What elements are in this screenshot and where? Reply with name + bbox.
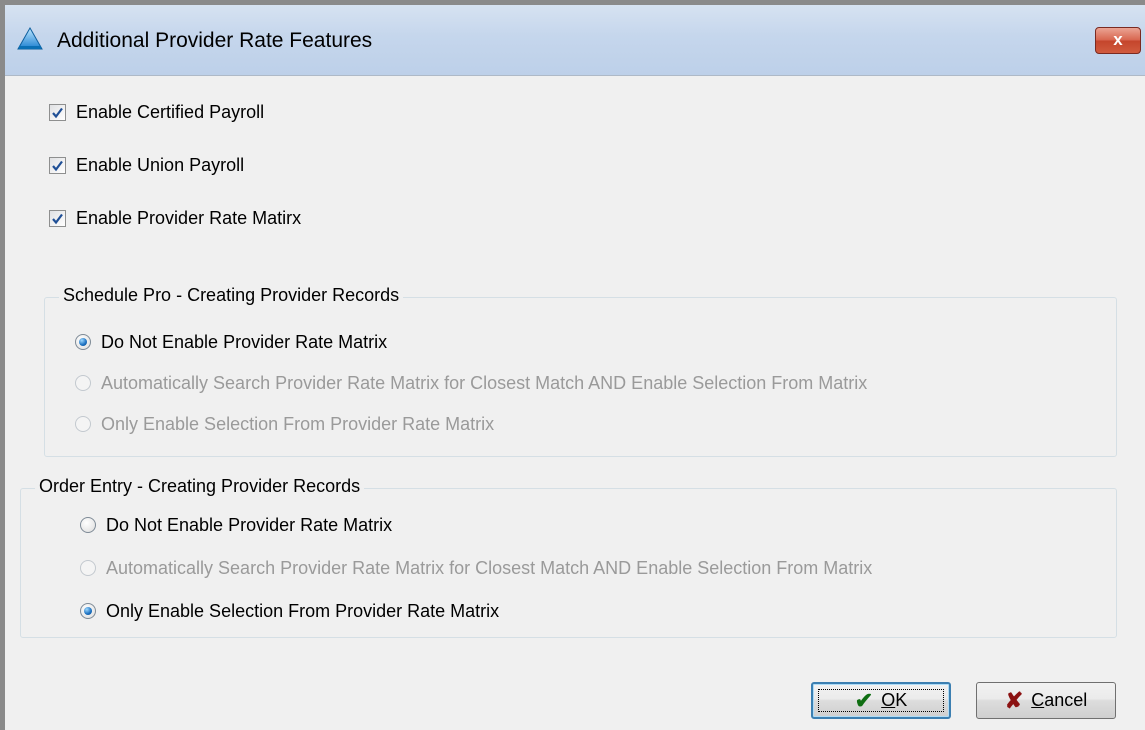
checkmark-icon: [52, 160, 63, 171]
enable-certified-payroll-label: Enable Certified Payroll: [76, 101, 265, 122]
enable-provider-rate-matrix-checkbox[interactable]: [49, 209, 66, 227]
cancel-button[interactable]: ✘ Cancel: [976, 682, 1116, 719]
radio-button: [75, 375, 91, 391]
order-entry-radio-do-not-enable[interactable]: Do Not Enable Provider Rate Matrix: [80, 513, 392, 537]
radio-label: Do Not Enable Provider Rate Matrix: [106, 514, 393, 535]
dialog-window: Additional Provider Rate Features x Enab…: [0, 0, 1145, 730]
schedule-pro-radio-auto-search: Automatically Search Provider Rate Matri…: [75, 371, 867, 395]
radio-label: Only Enable Selection From Provider Rate…: [106, 600, 500, 621]
enable-provider-rate-matrix-option[interactable]: Enable Provider Rate Matirx: [49, 206, 301, 230]
order-entry-legend: Order Entry - Creating Provider Records: [35, 476, 365, 497]
radio-selected-dot: [79, 338, 87, 346]
order-entry-radio-auto-search: Automatically Search Provider Rate Matri…: [80, 556, 872, 580]
title-bar[interactable]: Additional Provider Rate Features x: [5, 5, 1145, 76]
cancel-button-label: Cancel: [1031, 690, 1087, 711]
radio-label: Automatically Search Provider Rate Matri…: [106, 557, 873, 578]
checkmark-icon: [52, 107, 63, 118]
radio-label: Automatically Search Provider Rate Matri…: [101, 372, 868, 393]
enable-certified-payroll-checkbox[interactable]: [49, 103, 66, 121]
close-button[interactable]: x: [1095, 27, 1141, 54]
radio-button[interactable]: [80, 517, 96, 533]
order-entry-radio-only-selection[interactable]: Only Enable Selection From Provider Rate…: [80, 599, 499, 623]
enable-certified-payroll-option[interactable]: Enable Certified Payroll: [49, 100, 264, 124]
radio-button[interactable]: [75, 334, 91, 350]
ok-button[interactable]: ✔ OK: [811, 682, 951, 719]
radio-button[interactable]: [80, 603, 96, 619]
cancel-label-rest: ancel: [1044, 690, 1088, 710]
cancel-accelerator: C: [1031, 690, 1045, 710]
radio-label: Only Enable Selection From Provider Rate…: [101, 413, 495, 434]
radio-label: Do Not Enable Provider Rate Matrix: [101, 331, 388, 352]
schedule-pro-group: Schedule Pro - Creating Provider Records…: [44, 285, 1117, 457]
enable-provider-rate-matrix-label: Enable Provider Rate Matirx: [76, 207, 302, 228]
radio-button: [75, 416, 91, 432]
schedule-pro-radio-only-selection: Only Enable Selection From Provider Rate…: [75, 412, 494, 436]
radio-button: [80, 560, 96, 576]
radio-selected-dot: [84, 607, 92, 615]
enable-union-payroll-checkbox[interactable]: [49, 156, 66, 174]
schedule-pro-radio-do-not-enable[interactable]: Do Not Enable Provider Rate Matrix: [75, 330, 387, 354]
focus-rectangle: [818, 689, 944, 712]
dialog-title: Additional Provider Rate Features: [57, 29, 373, 52]
checkmark-icon: [52, 213, 63, 224]
close-icon: x: [1113, 30, 1123, 49]
enable-union-payroll-option[interactable]: Enable Union Payroll: [49, 153, 244, 177]
x-icon: ✘: [1004, 687, 1024, 713]
enable-union-payroll-label: Enable Union Payroll: [76, 154, 245, 175]
app-triangle-icon: [17, 27, 43, 50]
order-entry-group: Order Entry - Creating Provider Records …: [20, 476, 1117, 638]
schedule-pro-legend: Schedule Pro - Creating Provider Records: [59, 285, 404, 306]
